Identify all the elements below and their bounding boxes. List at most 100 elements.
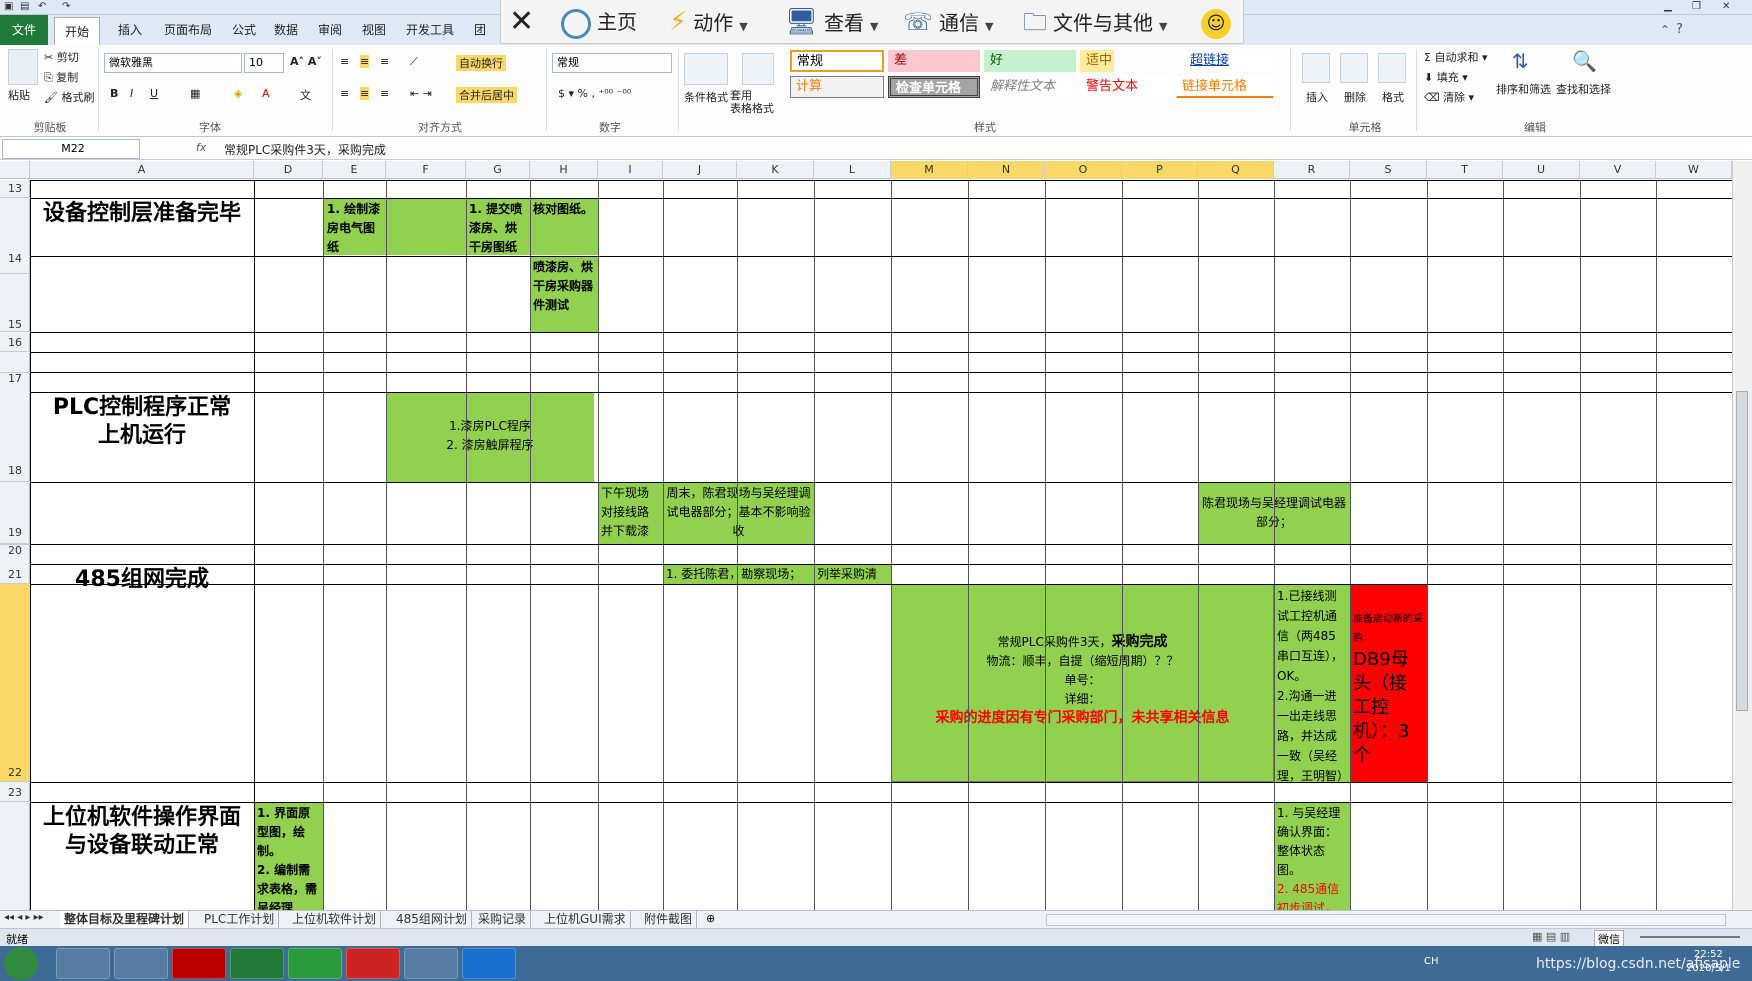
app-window-icon[interactable] [404, 948, 458, 979]
table-format-icon[interactable] [742, 53, 774, 85]
indent-button[interactable]: ⇤ ⇥ [410, 87, 432, 100]
redo-icon[interactable]: ↷ [62, 1, 70, 12]
cell-a24[interactable]: 上位机软件操作界面 与设备联动正常 [30, 802, 254, 872]
row-header-17[interactable]: 17 [0, 372, 30, 385]
align-middle-button[interactable]: ≡ [360, 55, 370, 68]
number-format-box[interactable]: 常规 [552, 53, 672, 73]
paste-icon[interactable] [8, 49, 38, 85]
col-header-h[interactable]: H [530, 161, 598, 179]
scroll-thumb[interactable] [1736, 391, 1748, 711]
format-cells-button[interactable]: 格式 [1382, 89, 1404, 105]
cell-f18-merged[interactable]: 1.漆房PLC程序 2. 漆房触屏程序 [386, 392, 594, 482]
smiley-icon[interactable]: ☺ [1201, 6, 1231, 39]
tab-page-layout[interactable]: 页面布局 [156, 15, 220, 45]
start-button[interactable] [4, 947, 38, 980]
cell-j21-merged[interactable]: 1. 委托陈君，勘察现场；估 [663, 564, 814, 584]
table-format-button[interactable]: 套用 表格格式 [730, 89, 774, 115]
clock[interactable]: 22:52 2020/5/1 [1686, 948, 1731, 976]
sheet-tab-6[interactable]: 附件截图 [640, 911, 698, 928]
format-painter-button[interactable]: 🖌 格式刷 [44, 89, 94, 105]
sort-filter-icon[interactable]: ⇅ [1512, 49, 1540, 77]
view-button[interactable]: 🖥 查看 ▼ [785, 6, 878, 38]
style-explanatory[interactable]: 解释性文本 [984, 76, 1076, 98]
view-buttons[interactable]: ▦ ▤ ▥ [1532, 930, 1570, 943]
cell-r24[interactable]: 1. 与吴经理确认界面：整体状态图。2. 485通信初步调试，与 [1274, 802, 1350, 910]
col-header-a[interactable]: A [30, 161, 254, 179]
col-header-d[interactable]: D [254, 161, 323, 179]
style-good[interactable]: 好 [984, 50, 1076, 72]
wechat-icon[interactable] [288, 948, 342, 979]
cell-i19[interactable]: 下午现场对接线路并下载漆房程序 [598, 482, 663, 544]
row-header-16[interactable]: 16 [0, 332, 30, 352]
home-button[interactable]: 主页 [561, 6, 637, 39]
bold-button[interactable]: B [110, 87, 118, 100]
cut-button[interactable]: ✂ 剪切 [44, 49, 79, 65]
formula-input[interactable]: 常规PLC采购件3天，采购完成 [224, 141, 386, 158]
col-header-v[interactable]: V [1580, 161, 1656, 179]
paste-button[interactable]: 粘贴 [8, 87, 30, 103]
row-header-13[interactable]: 13 [0, 180, 30, 198]
new-sheet-icon[interactable]: ⊕ [706, 912, 715, 925]
find-select-icon[interactable]: 🔍 [1572, 49, 1600, 77]
lang-indicator[interactable]: CH [1424, 956, 1439, 967]
conditional-format-icon[interactable] [684, 53, 728, 85]
col-header-t[interactable]: T [1427, 161, 1503, 179]
name-box[interactable]: M22 [2, 139, 140, 159]
row-header-21[interactable]: 21 [0, 564, 30, 584]
style-warning[interactable]: 警告文本 [1080, 76, 1172, 98]
grow-font-button[interactable]: A˄ A˅ [290, 55, 322, 68]
zoom-slider[interactable] [1640, 936, 1740, 938]
sort-filter-button[interactable]: 排序和筛选 [1496, 81, 1551, 97]
col-header-i[interactable]: I [598, 161, 663, 179]
style-normal[interactable]: 常规 [790, 50, 884, 72]
row-header-20[interactable]: 20 [0, 544, 30, 557]
save-icon[interactable]: ▤ [20, 1, 29, 12]
cell-j19-merged[interactable]: 周末，陈君现场与吴经理调试电器部分；基本不影响验收 [663, 482, 814, 544]
cell-a21[interactable]: 485组网完成 [30, 564, 254, 596]
cell-d24[interactable]: 1. 界面原型图，绘制。 2. 编制需求表格，需呈经理 [254, 802, 323, 910]
worksheet-grid[interactable]: 1. 绘制漆房电气图纸 1. 提交喷漆房、烘干房图纸 核对图纸。 喷漆房、烘干房… [30, 180, 1732, 910]
row-header-23[interactable]: 23 [0, 782, 30, 802]
close-remote-button[interactable]: ✕ [509, 6, 534, 38]
style-check-cell[interactable]: 检查单元格 [888, 76, 980, 98]
sheet-tab-3[interactable]: 485组网计划 [392, 911, 472, 928]
row-header-19[interactable]: 19 [0, 482, 30, 544]
tab-data[interactable]: 数据 [268, 15, 304, 45]
ribbon-min-icon[interactable]: ⌃ [1660, 23, 1670, 37]
app-g-icon[interactable] [346, 948, 400, 979]
style-calculation[interactable]: 计算 [790, 76, 884, 98]
tab-file[interactable]: 文件 [0, 15, 48, 45]
fill-color-button[interactable]: ◈ [234, 87, 242, 100]
col-header-n[interactable]: N [968, 161, 1045, 179]
style-hyperlink[interactable]: 超链接 [1184, 50, 1274, 72]
col-header-j[interactable]: J [663, 161, 737, 179]
col-header-m[interactable]: M [891, 161, 968, 179]
orientation-button[interactable]: ⟋ [410, 55, 418, 69]
autosum-button[interactable]: Σ 自动求和 ▾ [1424, 49, 1487, 65]
sheet-nav-icon[interactable]: ◂◂ ◂ ▸ ▸▸ [4, 912, 44, 923]
undo-icon[interactable]: ↶ [38, 1, 46, 12]
tab-insert[interactable]: 插入 [110, 15, 150, 45]
font-color-button[interactable]: A [262, 87, 270, 100]
col-header-u[interactable]: U [1503, 161, 1580, 179]
tab-home[interactable]: 开始 [54, 17, 100, 45]
col-header-k[interactable]: K [737, 161, 814, 179]
tab-review[interactable]: 审阅 [312, 15, 348, 45]
cell-a14[interactable]: 设备控制层准备完毕 [30, 198, 254, 238]
col-header-r[interactable]: R [1274, 161, 1350, 179]
insert-cells-button[interactable]: 插入 [1306, 89, 1328, 105]
cell-f14[interactable] [386, 198, 466, 255]
close-icon[interactable]: ✕ [1722, 1, 1730, 12]
row-header-18[interactable]: 18 [0, 392, 30, 482]
align-center-button[interactable]: ≡ [360, 87, 370, 100]
col-header-s[interactable]: S [1350, 161, 1427, 179]
style-bad[interactable]: 差 [888, 50, 980, 72]
delete-cells-icon[interactable] [1340, 53, 1368, 83]
style-linked-cell[interactable]: 链接单元格 [1176, 76, 1274, 98]
pdf-icon[interactable] [172, 948, 226, 979]
align-right-button[interactable]: ≡ [380, 87, 389, 100]
help-icon[interactable]: ? [1676, 22, 1683, 37]
cell-r22[interactable]: 1.已接线测试工控机通信（两485串口互连），OK。 2.沟通一进一出走线思路，… [1274, 584, 1350, 782]
font-size-box[interactable]: 10 [244, 53, 284, 73]
copy-button[interactable]: ⎘ 复制 [44, 69, 78, 85]
